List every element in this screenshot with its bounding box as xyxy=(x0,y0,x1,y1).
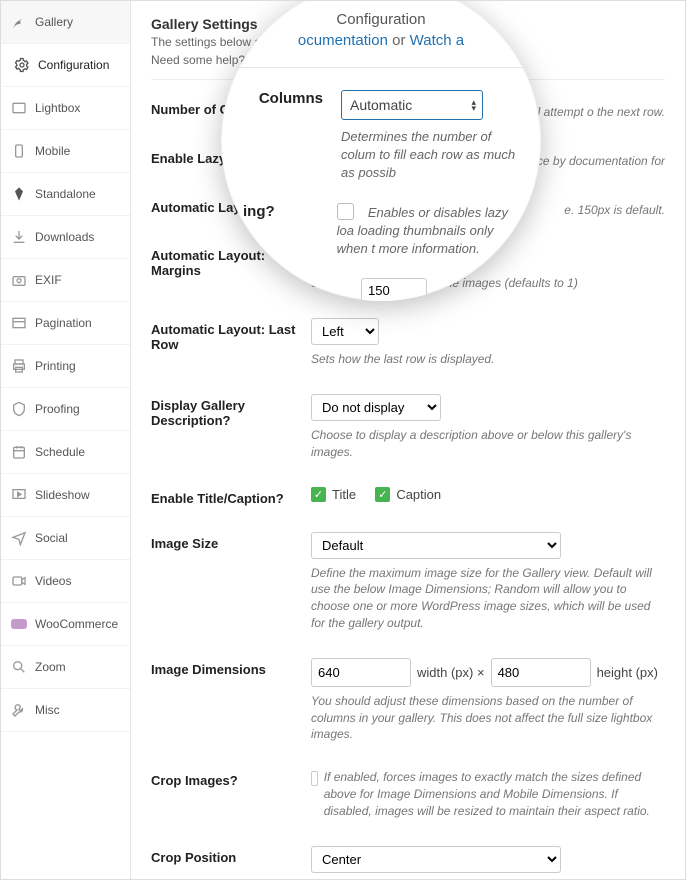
chevron-updown-icon: ▴▾ xyxy=(471,99,476,111)
description-select[interactable]: Do not display xyxy=(311,394,441,421)
mag-ing-label: ing? xyxy=(243,203,275,220)
last-row-select[interactable]: Left xyxy=(311,318,379,345)
sidebar-item-slideshow[interactable]: Slideshow xyxy=(1,474,130,517)
download-icon xyxy=(11,229,27,245)
mag-columns-label: Columns xyxy=(243,90,323,107)
zoom-icon xyxy=(11,659,27,675)
label-crop-pos: Crop Position xyxy=(151,846,311,865)
sidebar-item-proofing[interactable]: Proofing xyxy=(1,388,130,431)
woo-icon xyxy=(11,616,27,632)
video-icon xyxy=(11,573,27,589)
sidebar-item-label: Videos xyxy=(35,574,71,588)
sidebar-item-label: Printing xyxy=(35,359,76,373)
sidebar-item-social[interactable]: Social xyxy=(1,517,130,560)
label-image-size: Image Size xyxy=(151,532,311,551)
mobile-icon xyxy=(11,143,27,159)
crop-checkbox[interactable] xyxy=(311,771,318,786)
leaf-icon xyxy=(11,14,27,30)
label-last-row: Automatic Layout: Last Row xyxy=(151,318,311,352)
width-input[interactable] xyxy=(311,658,411,687)
mag-columns-help: Determines the number of colum to fill e… xyxy=(341,128,519,183)
help-description: Choose to display a description above or… xyxy=(311,427,665,461)
sidebar-item-label: Schedule xyxy=(35,445,85,459)
sidebar-item-exif[interactable]: EXIF xyxy=(1,259,130,302)
image-size-select[interactable]: Default xyxy=(311,532,561,559)
diamond-icon xyxy=(11,186,27,202)
help-dimensions: You should adjust these dimensions based… xyxy=(311,693,665,743)
sidebar-item-label: Misc xyxy=(35,703,60,717)
crop-pos-select[interactable]: Center xyxy=(311,846,561,873)
help-image-size: Define the maximum image size for the Ga… xyxy=(311,565,665,632)
schedule-icon xyxy=(11,444,27,460)
sidebar-item-misc[interactable]: Misc xyxy=(1,689,130,732)
sidebar-item-woocommerce[interactable]: WooCommerce xyxy=(1,603,130,646)
documentation-link[interactable]: ocumentation xyxy=(298,32,388,49)
help-crop: If enabled, forces images to exactly mat… xyxy=(324,769,665,819)
sidebar-item-label: Downloads xyxy=(35,230,94,244)
help-last-row: Sets how the last row is displayed. xyxy=(311,351,665,368)
width-label: width (px) × xyxy=(417,665,485,680)
watch-link[interactable]: Watch a xyxy=(410,32,464,49)
label-dimensions: Image Dimensions xyxy=(151,658,311,677)
social-icon xyxy=(11,530,27,546)
mag-columns-select[interactable]: Automatic ▴▾ xyxy=(341,90,483,120)
sidebar-item-downloads[interactable]: Downloads xyxy=(1,216,130,259)
sidebar-item-label: Proofing xyxy=(35,402,80,416)
sidebar-item-label: Standalone xyxy=(35,187,96,201)
sidebar-item-label: Configuration xyxy=(38,58,109,72)
title-label: Title xyxy=(332,487,356,502)
caption-label: Caption xyxy=(396,487,441,502)
sidebar-item-schedule[interactable]: Schedule xyxy=(1,431,130,474)
pagination-icon xyxy=(11,315,27,331)
mag-lazy-checkbox[interactable] xyxy=(337,203,354,220)
label-title-caption: Enable Title/Caption? xyxy=(151,487,311,506)
print-icon xyxy=(11,358,27,374)
sidebar-item-label: Social xyxy=(35,531,68,545)
sidebar-item-label: Slideshow xyxy=(35,488,90,502)
sidebar-item-mobile[interactable]: Mobile xyxy=(1,130,130,173)
slideshow-icon xyxy=(11,487,27,503)
mag-divider xyxy=(221,67,541,68)
gear-icon xyxy=(14,57,30,73)
sidebar: Gallery Configuration Lightbox Mobile St… xyxy=(1,1,131,879)
height-input[interactable] xyxy=(491,658,591,687)
sidebar-item-label: EXIF xyxy=(35,273,62,287)
title-checkbox[interactable]: ✓ xyxy=(311,487,326,502)
height-label: height (px) xyxy=(597,665,658,680)
sidebar-item-standalone[interactable]: Standalone xyxy=(1,173,130,216)
sidebar-item-label: Zoom xyxy=(35,660,66,674)
mag-lazy-help: Enables or disables lazy loa loading thu… xyxy=(337,205,508,256)
sidebar-item-printing[interactable]: Printing xyxy=(1,345,130,388)
mag-top: Configuration xyxy=(243,11,519,28)
sidebar-item-label: Pagination xyxy=(35,316,92,330)
sidebar-item-label: WooCommerce xyxy=(35,617,118,631)
sidebar-item-configuration[interactable]: Configuration xyxy=(1,44,130,87)
mag-links: ocumentation or Watch a xyxy=(243,32,519,49)
sidebar-item-label: Mobile xyxy=(35,144,70,158)
sidebar-item-zoom[interactable]: Zoom xyxy=(1,646,130,689)
caption-checkbox[interactable]: ✓ xyxy=(375,487,390,502)
wrench-icon xyxy=(11,702,27,718)
sidebar-item-label: Lightbox xyxy=(35,101,80,115)
sidebar-item-videos[interactable]: Videos xyxy=(1,560,130,603)
lightbox-icon xyxy=(11,100,27,116)
sidebar-item-label: Gallery xyxy=(35,15,73,29)
sidebar-item-gallery[interactable]: Gallery xyxy=(1,1,130,44)
proof-icon xyxy=(11,401,27,417)
label-description: Display Gallery Description? xyxy=(151,394,311,428)
label-crop: Crop Images? xyxy=(151,769,311,788)
sidebar-item-pagination[interactable]: Pagination xyxy=(1,302,130,345)
camera-icon xyxy=(11,272,27,288)
sidebar-item-lightbox[interactable]: Lightbox xyxy=(1,87,130,130)
